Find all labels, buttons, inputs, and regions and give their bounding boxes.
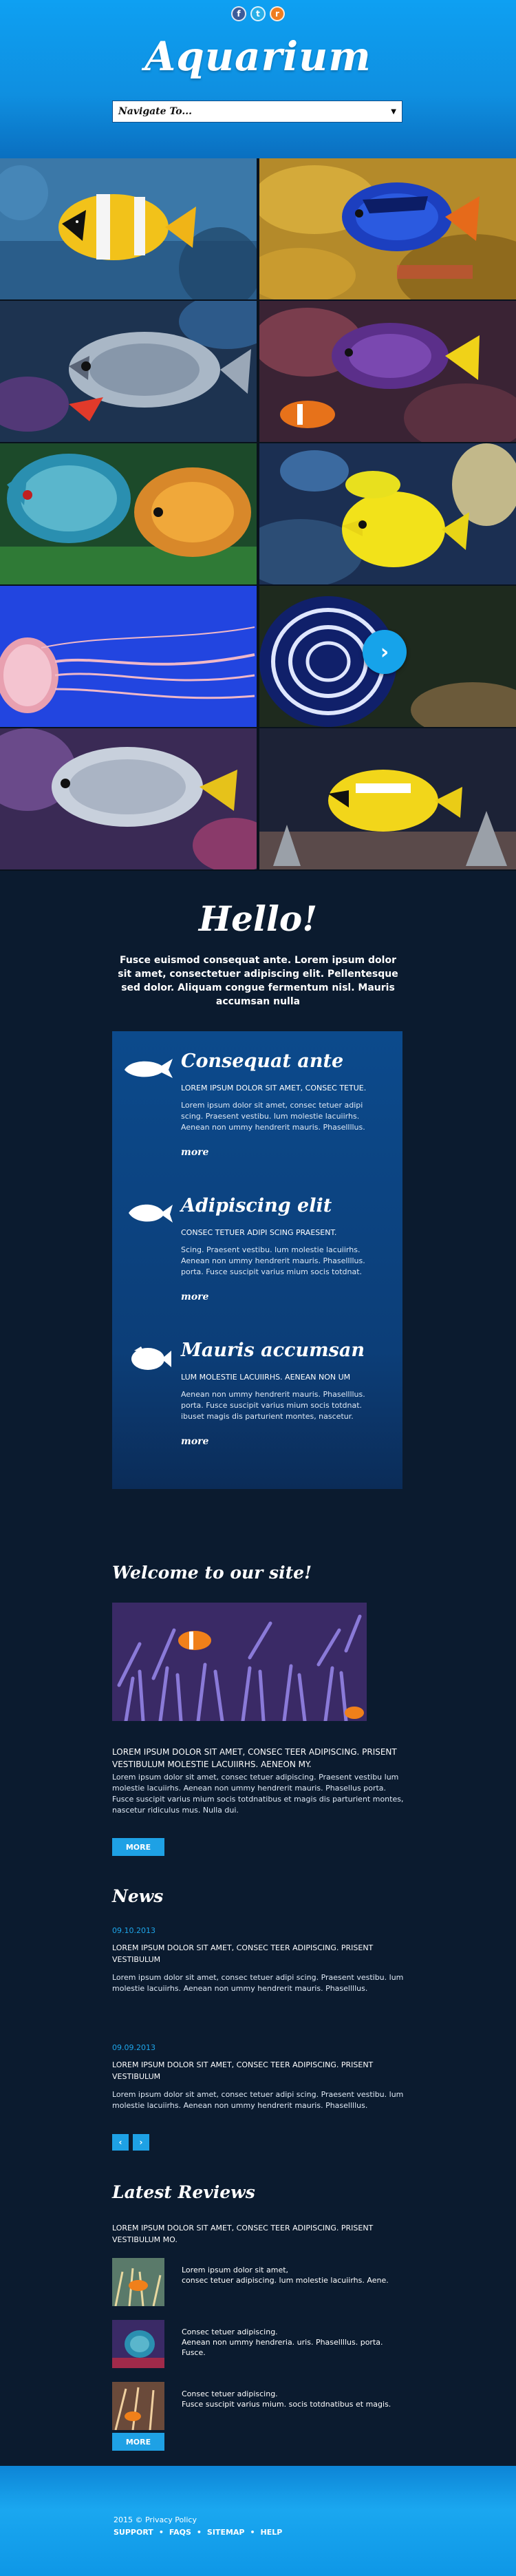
gallery-photo-blue-tang[interactable] [259, 158, 516, 299]
review-thumbnail[interactable] [112, 2320, 164, 2368]
features-panel: Consequat ante LOREM IPSUM DOLOR SIT AME… [112, 1031, 402, 1489]
fish-icon [129, 1204, 173, 1223]
news-item: 09.10.2013 LOREM IPSUM DOLOR SIT AMET, C… [112, 1926, 405, 1994]
news-next-button[interactable]: › [133, 2134, 149, 2151]
reviews-more-button[interactable]: MORE [112, 2433, 164, 2451]
feature-more-link[interactable]: more [181, 1147, 208, 1158]
news-section: News 09.10.2013 LOREM IPSUM DOLOR SIT AM… [112, 1886, 408, 2151]
discus-image [0, 443, 257, 584]
review-thumbnail[interactable] [112, 2258, 164, 2306]
hello-section: Hello! Fusce euismod consequat ante. Lor… [0, 871, 516, 1490]
gallery-photo-purple-tang[interactable] [259, 301, 516, 442]
welcome-caps-text: LOREM IPSUM DOLOR SIT AMET, CONSEC TEER … [112, 1747, 397, 1769]
feature-description: Aenean non ummy hendrerit mauris. Phasel… [181, 1390, 365, 1421]
reviews-section: Latest Reviews LOREM IPSUM DOLOR SIT AME… [112, 2182, 408, 2451]
feature-subtitle: LOREM IPSUM DOLOR SIT AMET, CONSEC TETUE… [181, 1084, 367, 1092]
news-date[interactable]: 09.09.2013 [112, 2043, 405, 2052]
gallery-photo-clownfish[interactable] [0, 158, 257, 299]
facebook-icon[interactable]: f [231, 6, 246, 21]
purple-tang-image [259, 301, 516, 442]
whale-shark-icon [125, 1059, 173, 1078]
clownfish-image [0, 158, 257, 299]
grey-fish-image [0, 301, 257, 442]
footer-link-sitemap[interactable]: SITEMAP [207, 2528, 245, 2537]
feature-description: Scing. Praesent vestibu. lum molestie la… [181, 1245, 365, 1276]
social-links: f t r [0, 6, 516, 21]
feature-title: Adipiscing elit [181, 1195, 332, 1216]
footer-links: SUPPORT • FAQS • SITEMAP • HELP [114, 2528, 282, 2537]
gallery-photo-grey-fish[interactable] [0, 301, 257, 442]
footer-separator: • [250, 2528, 255, 2537]
feature-more-link[interactable]: more [181, 1291, 208, 1302]
reviews-caps-text: LOREM IPSUM DOLOR SIT AMET, CONSEC TEER … [112, 2224, 374, 2244]
round-fish-icon [131, 1347, 171, 1370]
gallery-photo-butterflyfish[interactable] [259, 728, 516, 869]
yellow-tang-image [259, 443, 516, 584]
gallery-photo-jellyfish[interactable] [0, 586, 257, 727]
reviews-title: Latest Reviews [112, 2182, 255, 2202]
blue-tang-image [259, 158, 516, 299]
news-item: 09.09.2013 LOREM IPSUM DOLOR SIT AMET, C… [112, 2043, 405, 2111]
feature-subtitle: CONSEC TETUER ADIPI SCING PRAESENT. [181, 1228, 337, 1237]
news-title: News [112, 1886, 164, 1906]
review-thumbnail[interactable] [112, 2382, 164, 2430]
review-item: Lorem ipsum dolor sit amet, consec tetue… [112, 2258, 408, 2306]
footer-link-faqs[interactable]: FAQS [169, 2528, 191, 2537]
site-logo[interactable]: Aquarium [0, 33, 516, 80]
feature-title: Mauris accumsan [181, 1340, 365, 1361]
review-text: Consec tetuer adipiscing. Aenean non umm… [182, 2327, 383, 2357]
news-body-text: Lorem ipsum dolor sit amet, consec tetue… [112, 1973, 404, 1993]
footer-separator: • [158, 2528, 164, 2537]
rss-icon[interactable]: r [270, 6, 285, 21]
hello-text: Fusce euismod consequat ante. Lorem ipsu… [118, 955, 398, 1007]
review-text: Lorem ipsum dolor sit amet, consec tetue… [182, 2266, 389, 2285]
news-date[interactable]: 09.10.2013 [112, 1926, 405, 1935]
dropdown-arrow-icon: ▼ [391, 107, 396, 116]
welcome-section: Welcome to our site! LOREM IPSUM DOLOR S… [112, 1563, 408, 1856]
welcome-body-text: Lorem ipsum dolor sit amet, consec tetue… [112, 1773, 404, 1815]
news-caps-text: LOREM IPSUM DOLOR SIT AMET, CONSEC TEER … [112, 2060, 374, 2081]
footer-separator: • [196, 2528, 202, 2537]
silver-fish-image [0, 728, 257, 869]
hello-title: Hello! [198, 898, 318, 939]
review-item: Consec tetuer adipiscing. Aenean non umm… [112, 2320, 408, 2368]
review-item: Consec tetuer adipiscing. Fusce suscipit… [112, 2382, 408, 2430]
news-caps-text: LOREM IPSUM DOLOR SIT AMET, CONSEC TEER … [112, 1943, 374, 1964]
news-pager: ‹ › [112, 2134, 149, 2151]
gallery-next-button[interactable]: › [363, 630, 407, 674]
feature-more-link[interactable]: more [181, 1436, 208, 1447]
navigate-select[interactable]: Navigate To... ▼ [112, 101, 402, 123]
anemone-clownfish-image [112, 1603, 367, 1721]
feature-subtitle: LUM MOLESTIE LACUIIRHS. AENEAN NON UM [181, 1373, 351, 1382]
feature-title: Consequat ante [181, 1051, 344, 1072]
photo-gallery: › [0, 158, 516, 871]
news-prev-button[interactable]: ‹ [112, 2134, 129, 2151]
review-text: Consec tetuer adipiscing. Fusce suscipit… [182, 2389, 391, 2409]
welcome-more-button[interactable]: MORE [112, 1838, 164, 1856]
gallery-photo-silver-fish[interactable] [0, 728, 257, 869]
jellyfish-image [0, 586, 257, 727]
copyright-text[interactable]: 2015 © Privacy Policy [114, 2515, 197, 2524]
footer-link-help[interactable]: HELP [261, 2528, 283, 2537]
twitter-icon[interactable]: t [250, 6, 266, 21]
site-footer: 2015 © Privacy Policy SUPPORT • FAQS • S… [0, 2466, 516, 2576]
news-body-text: Lorem ipsum dolor sit amet, consec tetue… [112, 2090, 404, 2110]
footer-link-support[interactable]: SUPPORT [114, 2528, 153, 2537]
site-header: f t r Aquarium Navigate To... ▼ [0, 0, 516, 158]
feature-description: Lorem ipsum dolor sit amet, consec tetue… [181, 1101, 365, 1132]
gallery-photo-yellow-tang[interactable] [259, 443, 516, 584]
page: f t r Aquarium Navigate To... ▼ › Hello!… [0, 0, 516, 2576]
navigate-select-value: Navigate To... [118, 106, 192, 117]
gallery-photo-discus[interactable] [0, 443, 257, 584]
welcome-title: Welcome to our site! [112, 1563, 312, 1583]
butterflyfish-image [259, 728, 516, 869]
